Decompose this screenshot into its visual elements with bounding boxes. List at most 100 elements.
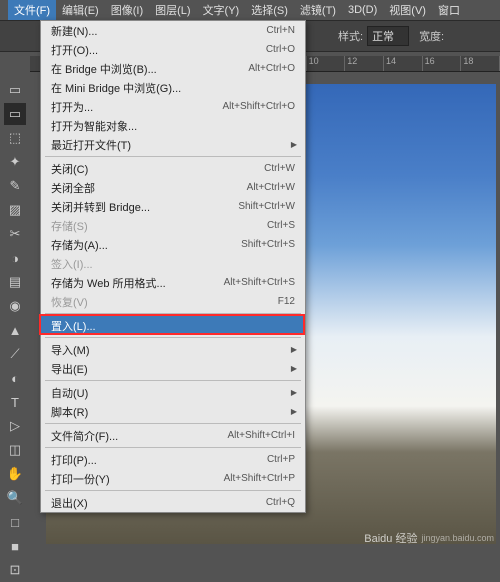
menu-item[interactable]: 打开(O)...Ctrl+O: [41, 40, 305, 59]
tool-13[interactable]: T: [4, 391, 26, 413]
menu-item[interactable]: 导入(M): [41, 340, 305, 359]
menu-item[interactable]: 存储为(A)...Shift+Ctrl+S: [41, 235, 305, 254]
menu-item-shortcut: Shift+Ctrl+S: [241, 239, 295, 250]
menubar-item-0[interactable]: 文件(F): [8, 0, 56, 20]
tool-5[interactable]: ▨: [4, 199, 26, 221]
tool-7[interactable]: ◑: [4, 247, 26, 269]
menu-separator: [45, 423, 301, 424]
menu-item-shortcut: Ctrl+N: [266, 25, 295, 36]
tool-4[interactable]: ✎: [4, 175, 26, 197]
menu-item-label: 打开(O)...: [51, 42, 266, 58]
menu-item[interactable]: 导出(E): [41, 359, 305, 378]
menu-item[interactable]: 在 Mini Bridge 中浏览(G)...: [41, 78, 305, 97]
menu-item[interactable]: 在 Bridge 中浏览(B)...Alt+Ctrl+O: [41, 59, 305, 78]
menu-item-label: 退出(X): [51, 495, 266, 511]
menubar-item-8[interactable]: 视图(V): [383, 0, 432, 20]
menu-item-label: 新建(N)...: [51, 23, 266, 39]
ruler-tick: 18: [461, 56, 500, 71]
tool-19[interactable]: ■: [4, 535, 26, 557]
menu-item[interactable]: 打开为...Alt+Shift+Ctrl+O: [41, 97, 305, 116]
tool-2[interactable]: ⬚: [4, 127, 26, 149]
menu-separator: [45, 380, 301, 381]
menu-item[interactable]: 关闭(C)Ctrl+W: [41, 159, 305, 178]
file-menu-dropdown: 新建(N)...Ctrl+N打开(O)...Ctrl+O在 Bridge 中浏览…: [40, 20, 306, 513]
menu-item-label: 存储为 Web 所用格式...: [51, 275, 224, 291]
tool-20[interactable]: ⊡: [4, 559, 26, 581]
tool-panel: ▭▭⬚✦✎▨✂◑▤◉▲⟋◐T▷◫✋🔍□■⊡: [0, 52, 30, 582]
menubar-item-6[interactable]: 滤镜(T): [294, 0, 342, 20]
menubar-item-9[interactable]: 窗口: [432, 0, 466, 20]
menu-item[interactable]: 脚本(R): [41, 402, 305, 421]
menu-item[interactable]: 退出(X)Ctrl+Q: [41, 493, 305, 512]
menu-item[interactable]: 打印(P)...Ctrl+P: [41, 450, 305, 469]
menubar-item-4[interactable]: 文字(Y): [197, 0, 246, 20]
tool-10[interactable]: ▲: [4, 319, 26, 341]
menu-item-label: 签入(I)...: [51, 256, 295, 272]
style-select[interactable]: 正常: [367, 26, 409, 46]
menu-separator: [45, 490, 301, 491]
menu-item-label: 关闭(C): [51, 161, 264, 177]
menu-item: 恢复(V)F12: [41, 292, 305, 311]
menubar-item-7[interactable]: 3D(D): [342, 2, 383, 18]
menu-item[interactable]: 打开为智能对象...: [41, 116, 305, 135]
menu-item-label: 存储(S): [51, 218, 267, 234]
menu-item-label: 打印(P)...: [51, 452, 267, 468]
menubar-item-1[interactable]: 编辑(E): [56, 0, 105, 20]
menubar-item-3[interactable]: 图层(L): [149, 0, 196, 20]
menu-item-label: 置入(L)...: [51, 318, 295, 334]
menu-item-shortcut: Alt+Shift+Ctrl+O: [222, 101, 295, 112]
ruler-tick: 16: [423, 56, 462, 71]
menu-item-label: 导出(E): [51, 361, 295, 377]
menubar-item-5[interactable]: 选择(S): [245, 0, 294, 20]
tool-18[interactable]: □: [4, 511, 26, 533]
tool-8[interactable]: ▤: [4, 271, 26, 293]
menu-item-shortcut: Alt+Ctrl+O: [248, 63, 295, 74]
menu-item-label: 打开为智能对象...: [51, 118, 295, 134]
menu-item-label: 关闭全部: [51, 180, 247, 196]
menu-item-label: 文件简介(F)...: [51, 428, 227, 444]
menu-item[interactable]: 置入(L)...: [41, 316, 305, 335]
menu-item[interactable]: 文件简介(F)...Alt+Shift+Ctrl+I: [41, 426, 305, 445]
menu-item-shortcut: Ctrl+O: [266, 44, 295, 55]
tool-12[interactable]: ◐: [4, 367, 26, 389]
menu-item-label: 打开为...: [51, 99, 222, 115]
menu-item[interactable]: 存储为 Web 所用格式...Alt+Shift+Ctrl+S: [41, 273, 305, 292]
menu-item[interactable]: 自动(U): [41, 383, 305, 402]
ruler-tick: 14: [384, 56, 423, 71]
ruler-tick: 12: [345, 56, 384, 71]
tool-9[interactable]: ◉: [4, 295, 26, 317]
menu-item-label: 最近打开文件(T): [51, 137, 295, 153]
menu-item-shortcut: Ctrl+S: [267, 220, 295, 231]
menu-item-label: 关闭并转到 Bridge...: [51, 199, 238, 215]
menu-item-shortcut: Alt+Shift+Ctrl+S: [224, 277, 295, 288]
tool-11[interactable]: ⟋: [4, 343, 26, 365]
tool-0[interactable]: ▭: [4, 79, 26, 101]
menu-separator: [45, 313, 301, 314]
menu-item[interactable]: 关闭全部Alt+Ctrl+W: [41, 178, 305, 197]
tool-14[interactable]: ▷: [4, 415, 26, 437]
menu-item-label: 打印一份(Y): [51, 471, 224, 487]
menu-item-shortcut: Alt+Ctrl+W: [247, 182, 295, 193]
menubar: 文件(F)编辑(E)图像(I)图层(L)文字(Y)选择(S)滤镜(T)3D(D)…: [0, 0, 500, 20]
menu-item-shortcut: Ctrl+P: [267, 454, 295, 465]
menu-item[interactable]: 新建(N)...Ctrl+N: [41, 21, 305, 40]
tool-6[interactable]: ✂: [4, 223, 26, 245]
menu-item-shortcut: Alt+Shift+Ctrl+P: [224, 473, 295, 484]
menu-item-shortcut: Ctrl+Q: [266, 497, 295, 508]
menu-item-label: 导入(M): [51, 342, 295, 358]
menu-item[interactable]: 关闭并转到 Bridge...Shift+Ctrl+W: [41, 197, 305, 216]
tool-3[interactable]: ✦: [4, 151, 26, 173]
tool-1[interactable]: ▭: [4, 103, 26, 125]
menu-item[interactable]: 打印一份(Y)Alt+Shift+Ctrl+P: [41, 469, 305, 488]
tool-17[interactable]: 🔍: [4, 487, 26, 509]
menu-item-shortcut: F12: [278, 296, 295, 307]
menu-item-label: 脚本(R): [51, 404, 295, 420]
menu-separator: [45, 337, 301, 338]
menu-item[interactable]: 最近打开文件(T): [41, 135, 305, 154]
menubar-item-2[interactable]: 图像(I): [105, 0, 149, 20]
menu-item-label: 恢复(V): [51, 294, 278, 310]
tool-15[interactable]: ◫: [4, 439, 26, 461]
watermark-brand: Baidu 经验: [364, 530, 417, 546]
tool-16[interactable]: ✋: [4, 463, 26, 485]
menu-item-label: 在 Mini Bridge 中浏览(G)...: [51, 80, 295, 96]
